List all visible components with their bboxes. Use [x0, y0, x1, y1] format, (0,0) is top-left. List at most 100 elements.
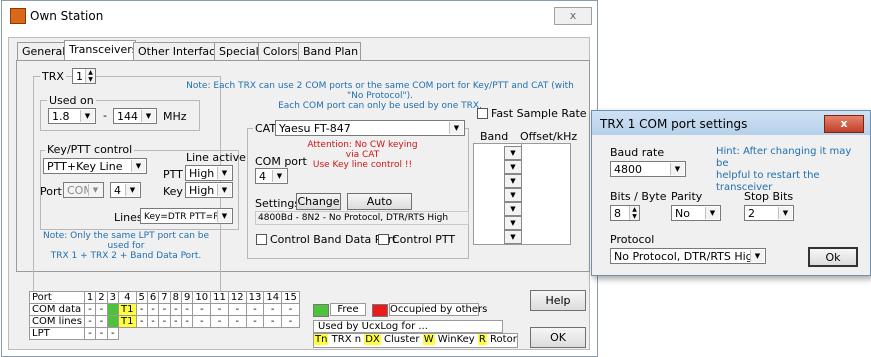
used-on-to-select[interactable]: 144 ▼: [113, 108, 157, 124]
band-select-2[interactable]: ▼: [504, 160, 522, 174]
band-select-3[interactable]: ▼: [504, 174, 522, 188]
band-select-5[interactable]: ▼: [504, 202, 522, 216]
dialog-title-bar[interactable]: TRX 1 COM port settings x: [592, 111, 870, 135]
band-select-6[interactable]: ▼: [504, 216, 522, 230]
keyptt-mode-value: PTT+Key Line: [47, 160, 123, 173]
tab-general[interactable]: General: [17, 42, 68, 61]
stop-bits-label: Stop Bits: [744, 190, 794, 203]
free-legend: Free: [330, 303, 366, 316]
band-col-header: Band: [480, 130, 509, 143]
port-cell-free: [106, 315, 120, 328]
legend-r: R: [477, 334, 487, 345]
ok-button[interactable]: OK: [530, 327, 586, 348]
fast-sample-checkbox[interactable]: [477, 108, 488, 119]
spinner-arrows-icon[interactable]: ▲ ▼: [629, 206, 639, 220]
bits-per-byte-label: Bits / Byte: [610, 190, 667, 203]
baud-rate-select[interactable]: 4800 ▼: [610, 161, 686, 177]
lines-select[interactable]: Key=DTR PTT=RTS ▼: [140, 208, 233, 224]
control-band-checkbox[interactable]: [256, 234, 267, 245]
change-button[interactable]: Change: [296, 193, 341, 210]
dialog-close-button[interactable]: x: [824, 115, 864, 133]
cat-radio-value: Yaesu FT-847: [279, 122, 351, 135]
occupied-legend: Occupied by others: [389, 303, 488, 316]
chevron-down-icon: ▼: [778, 207, 792, 219]
legend-tn: Tn: [314, 334, 329, 345]
settings-summary: 4800Bd - 8N2 - No Protocol, DTR/RTS High: [255, 211, 469, 225]
tab-band-plan[interactable]: Band Plan: [298, 42, 361, 61]
band-select-7[interactable]: ▼: [504, 230, 522, 244]
com-port-label: COM port: [255, 155, 307, 168]
ports-row-com-lines: COM lines - - T1 - - - - - - - - - - -: [29, 315, 300, 328]
stop-bits-select[interactable]: 2 ▼: [744, 205, 794, 221]
parity-value: No: [675, 207, 690, 220]
tab-transceivers[interactable]: Transceivers: [64, 40, 137, 62]
chevron-down-icon: ▼: [272, 170, 286, 182]
port-cell: -: [135, 303, 148, 316]
band-select-4[interactable]: ▼: [504, 188, 522, 202]
control-ptt-checkbox[interactable]: [378, 234, 389, 245]
key-select[interactable]: High ▼: [185, 182, 233, 198]
tab-special[interactable]: Special: [214, 42, 261, 61]
ptt-value: High: [189, 167, 215, 180]
dialog-ok-button[interactable]: Ok: [808, 247, 858, 267]
protocol-select[interactable]: No Protocol, DTR/RTS High ▼: [610, 248, 766, 264]
chevron-down-icon: ▼: [131, 160, 145, 172]
keyptt-mode-select[interactable]: PTT+Key Line ▼: [43, 158, 147, 174]
title-bar[interactable]: Own Station x: [2, 1, 597, 29]
port-type-select[interactable]: COM ▼: [63, 182, 104, 198]
used-by-legend: Used by UcxLog for ...: [313, 320, 503, 333]
mhz-unit: MHz: [163, 110, 187, 123]
cat-radio-select[interactable]: Yaesu FT-847 ▼: [275, 120, 465, 136]
port-cell: -: [227, 315, 247, 328]
legend-rotor: Rotor: [490, 334, 517, 345]
port-cell: -: [281, 303, 300, 316]
tab-colors[interactable]: Colors: [258, 42, 301, 61]
cat-com-port-value: 4: [259, 170, 266, 183]
close-button[interactable]: x: [554, 7, 592, 25]
port-cell: -: [95, 315, 108, 328]
trx-spinner[interactable]: 1 ▲ ▼: [72, 68, 96, 84]
ports-header-cell: 15: [281, 291, 300, 304]
restart-hint: Hint: After changing it may be helpful t…: [716, 146, 852, 193]
port-cell: -: [281, 315, 300, 328]
port-cell-trx1: T1: [118, 315, 137, 328]
port-cell: -: [263, 315, 283, 328]
spinner-arrows-icon[interactable]: ▲ ▼: [85, 69, 95, 83]
used-on-to-value: 144: [117, 110, 138, 123]
ports-header-cell: 4: [118, 291, 137, 304]
ports-row-lpt: LPT - - -: [29, 327, 300, 340]
cat-com-port-select[interactable]: 4 ▼: [255, 168, 288, 184]
port-cell: -: [263, 303, 283, 316]
port-label: Port: [40, 185, 62, 198]
parity-label: Parity: [671, 190, 703, 203]
bits-per-byte-spinner[interactable]: 8 ▲ ▼: [610, 205, 640, 221]
key-label: Key: [163, 185, 183, 198]
ptt-select[interactable]: High ▼: [185, 165, 233, 181]
auto-detect-button[interactable]: Auto Detect: [347, 193, 412, 223]
tab-other-interfaces[interactable]: Other Interfaces: [133, 42, 228, 61]
range-dash: -: [103, 109, 107, 122]
port-cell: -: [181, 315, 194, 328]
help-button[interactable]: Help: [530, 290, 586, 311]
chevron-down-icon: ▼: [125, 184, 139, 196]
line-active-label: Line active: [186, 151, 246, 164]
parity-select[interactable]: No ▼: [671, 205, 721, 221]
legend-w: W: [422, 334, 435, 345]
chevron-down-icon: ▼: [449, 122, 463, 134]
port-number-select[interactable]: 4 ▼: [110, 182, 141, 198]
chevron-down-icon: ▼: [217, 167, 231, 179]
occupied-swatch: [372, 304, 388, 317]
window-title: Own Station: [30, 9, 104, 23]
chevron-down-icon: ▼: [705, 207, 719, 219]
used-on-from-select[interactable]: 1.8 ▼: [48, 108, 96, 124]
port-cell: -: [158, 303, 171, 316]
ports-header-cell: 6: [146, 291, 160, 304]
ports-row-label: LPT: [29, 327, 85, 340]
band-select-1[interactable]: ▼: [504, 146, 522, 160]
ports-header-cell: 14: [263, 291, 283, 304]
key-value: High: [189, 184, 215, 197]
usage-legend-row: Tn TRX n DX Cluster W WinKey R Rotor: [313, 333, 518, 348]
legend-dx: DX: [364, 334, 381, 345]
ports-header-cell: 3: [106, 291, 120, 304]
port-cell: -: [227, 303, 247, 316]
